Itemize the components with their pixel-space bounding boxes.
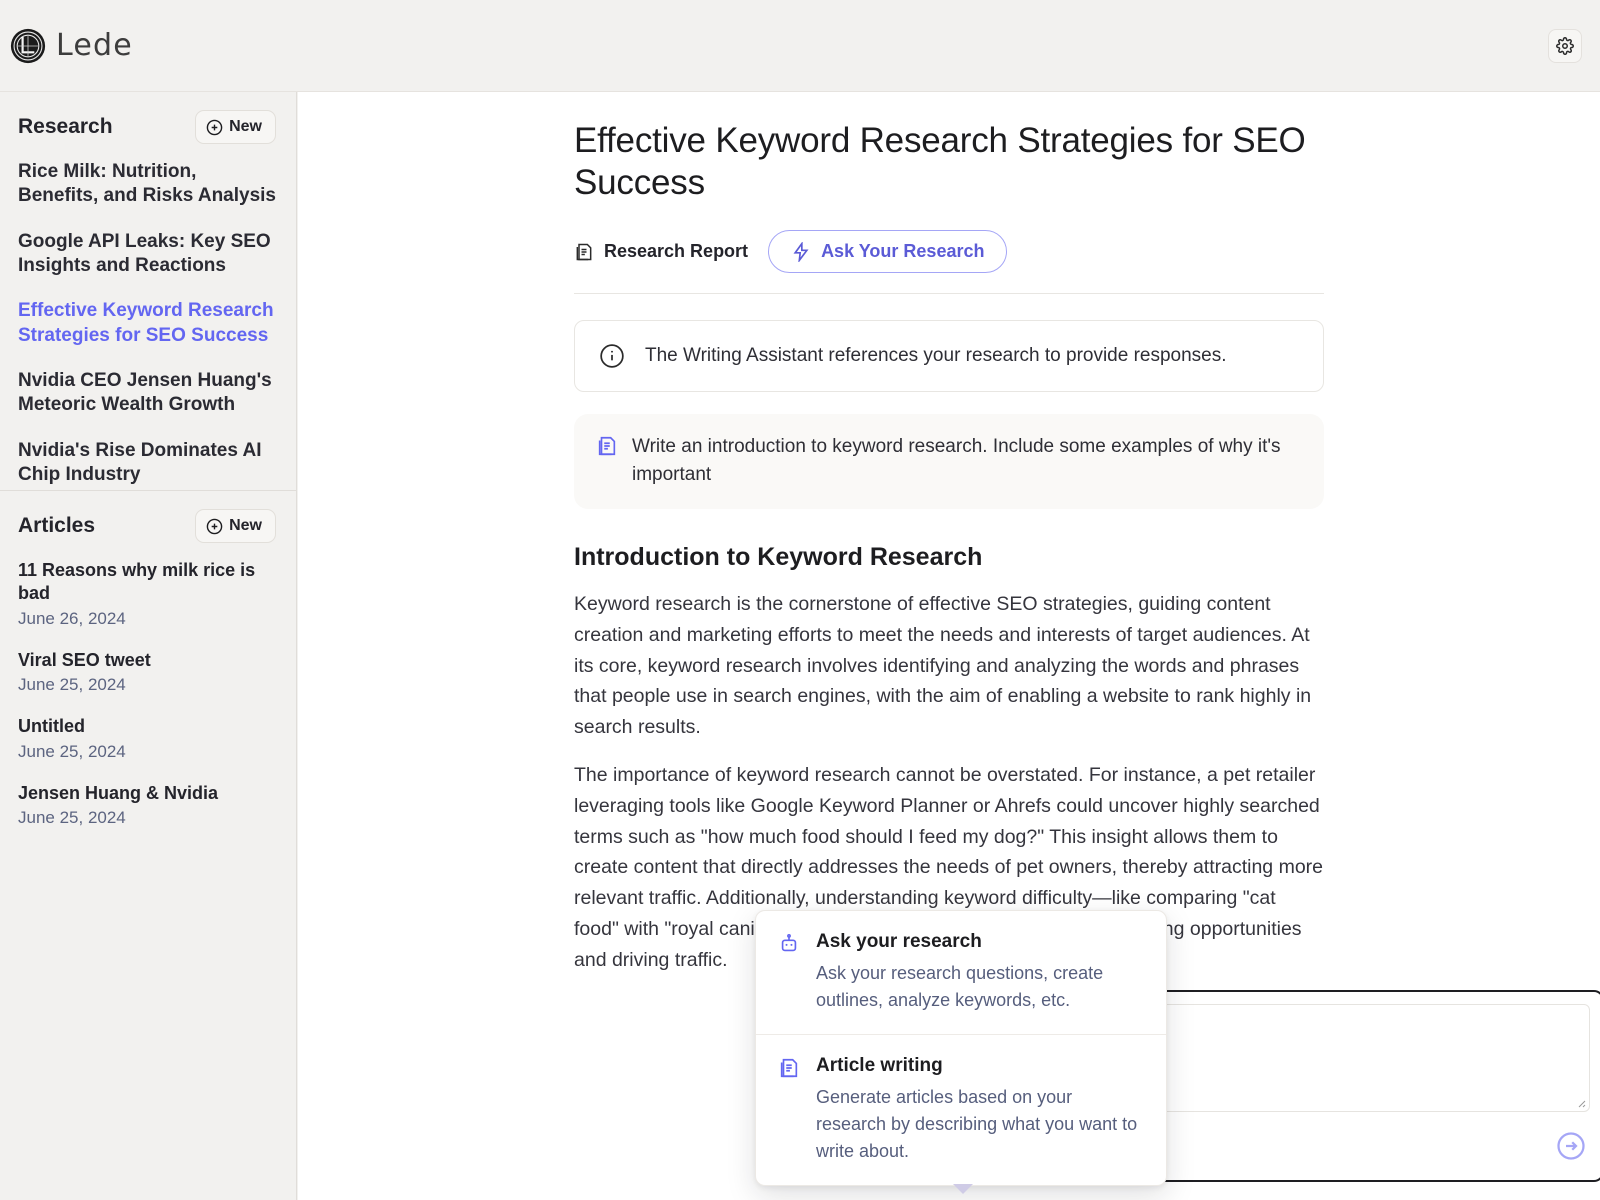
article-list-item[interactable]: 11 Reasons why milk rice is bad June 26,… xyxy=(18,559,278,629)
tab-label: Research Report xyxy=(604,241,749,261)
article-date: June 25, 2024 xyxy=(18,675,126,695)
document-report-icon xyxy=(576,243,592,260)
brand[interactable]: Lede xyxy=(10,28,133,64)
tab-bar: Research Report Ask Your Research xyxy=(574,230,1324,294)
article-list-item[interactable]: Viral SEO tweet June 25, 2024 xyxy=(18,649,278,695)
articles-list[interactable]: 11 Reasons why milk rice is bad June 26,… xyxy=(0,551,296,848)
new-article-label: New xyxy=(229,517,262,534)
plus-circle-icon xyxy=(206,119,223,135)
menu-item-description: Generate articles based on your research… xyxy=(816,1087,1138,1161)
settings-button[interactable] xyxy=(1548,28,1582,63)
menu-pointer-arrow xyxy=(953,1184,973,1194)
article-paragraph: Keyword research is the cornerstone of e… xyxy=(574,593,1312,739)
research-list[interactable]: Rice Milk: Nutrition, Benefits, and Risk… xyxy=(0,152,296,484)
sidebar-section-research: Research New Rice Milk: Nutrition, Benef… xyxy=(0,92,296,484)
tab-research-report[interactable]: Research Report xyxy=(574,241,748,262)
article-list-item[interactable]: Untitled June 25, 2024 xyxy=(18,715,278,761)
menu-item-description: Ask your research questions, create outl… xyxy=(816,963,1104,1010)
menu-item-article-writing[interactable]: Article writing Generate articles based … xyxy=(756,1034,1166,1185)
menu-item-ask-your-research[interactable]: Ask your research Ask your research ques… xyxy=(756,911,1166,1034)
app-root: Lede Research New Rice Milk: Nutrition, … xyxy=(0,0,1600,1200)
document-report-icon xyxy=(780,1058,798,1078)
article-date: June 26, 2024 xyxy=(18,608,126,628)
article-title: Untitled xyxy=(18,716,85,737)
articles-header: Articles New xyxy=(0,491,296,551)
sidebar: Research New Rice Milk: Nutrition, Benef… xyxy=(0,92,297,1200)
info-banner: The Writing Assistant references your re… xyxy=(574,320,1324,392)
resize-grip-icon[interactable] xyxy=(1574,1096,1586,1108)
menu-item-title: Article writing xyxy=(816,1055,943,1076)
menu-item-title: Ask your research xyxy=(816,931,982,952)
prompt-text: Write an introduction to keyword researc… xyxy=(632,436,1281,485)
tab-ask-your-research[interactable]: Ask Your Research xyxy=(768,230,1008,273)
robot-icon xyxy=(781,934,797,952)
research-list-item[interactable]: Nvidia's Rise Dominates AI Chip Industry xyxy=(18,439,278,485)
info-circle-icon xyxy=(600,344,624,368)
research-list-item[interactable]: Google API Leaks: Key SEO Insights and R… xyxy=(18,230,278,279)
lightning-bolt-icon xyxy=(793,241,809,262)
article-heading: Introduction to Keyword Research xyxy=(574,543,983,572)
tab-label: Ask Your Research xyxy=(821,241,985,261)
main-panel: Effective Keyword Research Strategies fo… xyxy=(298,92,1600,1200)
lede-circular-logo-icon xyxy=(10,28,46,63)
research-title: Research xyxy=(18,115,113,138)
new-research-button[interactable]: New xyxy=(195,110,276,144)
article-title: Jensen Huang & Nvidia xyxy=(18,782,219,803)
new-research-label: New xyxy=(229,118,262,135)
page-title: Effective Keyword Research Strategies fo… xyxy=(574,121,1306,202)
article-paragraph: Tools like Ahrefs Keywords Explorer and … xyxy=(574,1194,1324,1200)
article-title: Viral SEO tweet xyxy=(18,649,151,670)
sidebar-section-articles: Articles New 11 Reasons why milk rice is… xyxy=(0,491,296,848)
top-bar: Lede xyxy=(0,0,1600,92)
new-article-button[interactable]: New xyxy=(195,509,276,543)
article-date: June 25, 2024 xyxy=(18,741,126,761)
research-list-item[interactable]: Nvidia CEO Jensen Huang's Meteoric Wealt… xyxy=(18,369,278,418)
research-header: Research New xyxy=(0,92,296,152)
article-title: 11 Reasons why milk rice is bad xyxy=(18,560,256,604)
research-list-item[interactable]: Rice Milk: Nutrition, Benefits, and Risk… xyxy=(18,160,278,209)
document-report-icon xyxy=(598,436,616,456)
plus-circle-icon xyxy=(206,518,223,534)
gear-icon xyxy=(1556,36,1574,55)
send-button[interactable] xyxy=(1556,1131,1586,1161)
article-list-item[interactable]: Jensen Huang & Nvidia June 25, 2024 xyxy=(18,782,278,828)
prompt-bubble: Write an introduction to keyword researc… xyxy=(574,414,1324,510)
article-date: June 25, 2024 xyxy=(18,807,126,827)
composer-mode-menu[interactable]: Ask your research Ask your research ques… xyxy=(755,910,1167,1194)
brand-name: Lede xyxy=(56,28,133,63)
research-list-item-active[interactable]: Effective Keyword Research Strategies fo… xyxy=(18,299,278,348)
info-banner-text: The Writing Assistant references your re… xyxy=(645,345,1227,366)
articles-title: Articles xyxy=(18,514,96,537)
